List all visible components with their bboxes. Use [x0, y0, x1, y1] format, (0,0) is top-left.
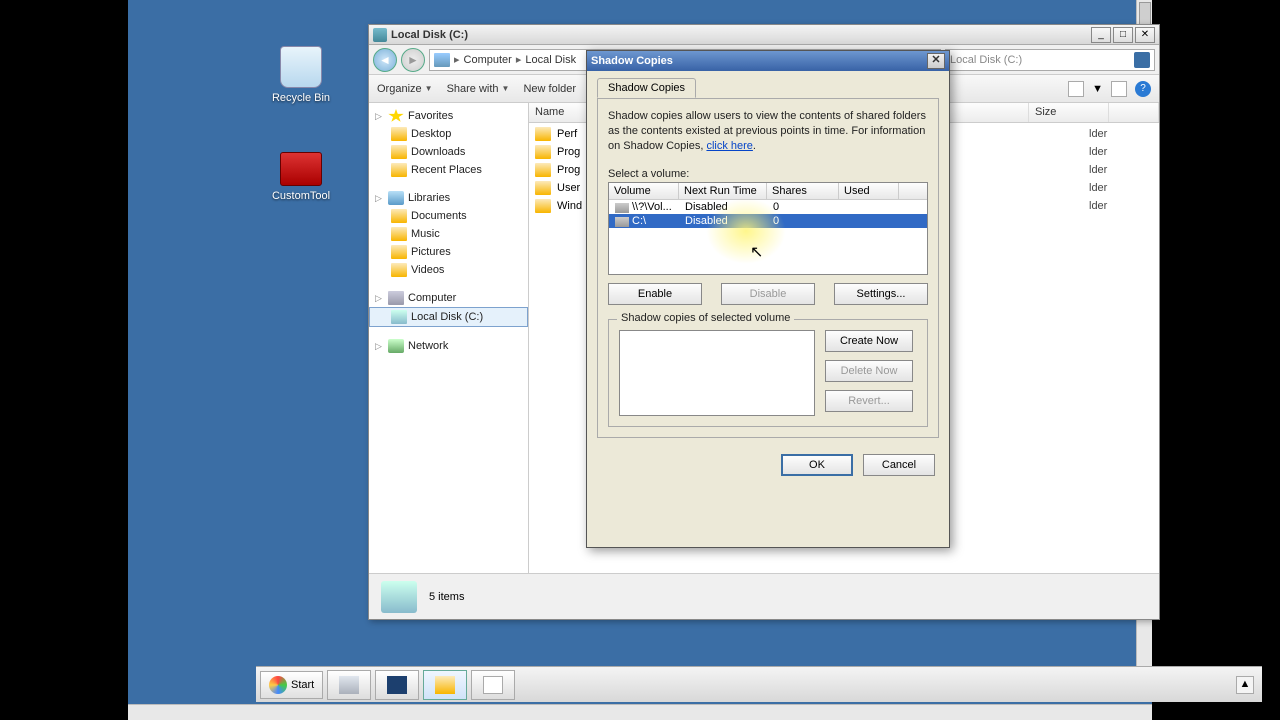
- navigation-tree: ▷Favorites Desktop Downloads Recent Plac…: [369, 103, 529, 573]
- minimize-button[interactable]: _: [1091, 27, 1111, 43]
- drive-icon: [434, 53, 450, 67]
- view-menu-icon[interactable]: [1068, 81, 1084, 97]
- file-type: lder: [1089, 128, 1107, 140]
- file-type: lder: [1089, 182, 1107, 194]
- volume-row-selected[interactable]: C:\ Disabled 0: [609, 214, 927, 228]
- tree-videos[interactable]: Videos: [369, 261, 528, 279]
- enable-button[interactable]: Enable: [608, 283, 702, 305]
- task-explorer[interactable]: [423, 670, 467, 700]
- search-placeholder: Local Disk (C:): [950, 54, 1022, 66]
- tree-music[interactable]: Music: [369, 225, 528, 243]
- tray-expand-icon[interactable]: ▲: [1236, 676, 1254, 694]
- toolbox-icon: [280, 152, 322, 186]
- volume-table[interactable]: Volume Next Run Time Shares Used \\?\Vol…: [608, 182, 928, 275]
- volume-row[interactable]: \\?\Vol... Disabled 0: [609, 200, 927, 214]
- share-with-menu[interactable]: Share with▼: [447, 83, 510, 95]
- tree-network[interactable]: ▷Network: [369, 337, 528, 355]
- file-name: User: [557, 182, 580, 194]
- desktop-icon-customtool[interactable]: CustomTool: [261, 148, 341, 202]
- click-here-link[interactable]: click here: [706, 140, 752, 152]
- status-text: 5 items: [429, 591, 464, 603]
- file-type: lder: [1089, 164, 1107, 176]
- settings-button[interactable]: Settings...: [834, 283, 928, 305]
- drive-icon: [615, 217, 629, 227]
- column-size[interactable]: Size: [1029, 103, 1109, 122]
- explorer-title: Local Disk (C:): [391, 29, 1091, 41]
- file-type: lder: [1089, 200, 1107, 212]
- copies-listbox[interactable]: [619, 330, 815, 416]
- tree-documents[interactable]: Documents: [369, 207, 528, 225]
- dialog-titlebar[interactable]: Shadow Copies ✕: [587, 51, 949, 71]
- desktop-icon-label: CustomTool: [261, 190, 341, 202]
- folder-icon: [535, 163, 551, 177]
- explorer-titlebar[interactable]: Local Disk (C:) _ □ ✕: [369, 25, 1159, 45]
- col-volume[interactable]: Volume: [609, 183, 679, 199]
- file-name: Prog: [557, 164, 580, 176]
- delete-now-button[interactable]: Delete Now: [825, 360, 913, 382]
- status-bar: 5 items: [369, 573, 1159, 619]
- tree-computer[interactable]: ▷Computer: [369, 289, 528, 307]
- tree-downloads[interactable]: Downloads: [369, 143, 528, 161]
- drive-icon: [373, 28, 387, 42]
- start-button[interactable]: Start: [260, 671, 323, 699]
- desktop-icon-recycle-bin[interactable]: Recycle Bin: [261, 46, 341, 104]
- file-type: lder: [1089, 146, 1107, 158]
- task-document[interactable]: [471, 670, 515, 700]
- back-button[interactable]: ◄: [373, 48, 397, 72]
- tree-favorites[interactable]: ▷Favorites: [369, 107, 528, 125]
- ok-button[interactable]: OK: [781, 454, 853, 476]
- col-next-run[interactable]: Next Run Time: [679, 183, 767, 199]
- task-server-manager[interactable]: [327, 670, 371, 700]
- preview-pane-icon[interactable]: [1111, 81, 1127, 97]
- search-input[interactable]: Local Disk (C:): [945, 49, 1155, 71]
- dialog-title: Shadow Copies: [591, 55, 927, 67]
- new-folder-button[interactable]: New folder: [523, 83, 576, 95]
- drive-icon: [381, 581, 417, 613]
- tree-recent[interactable]: Recent Places: [369, 161, 528, 179]
- file-name: Wind: [557, 200, 582, 212]
- taskbar: Start ▲: [256, 666, 1262, 702]
- col-shares[interactable]: Shares: [767, 183, 839, 199]
- file-name: Prog: [557, 146, 580, 158]
- tree-local-disk[interactable]: Local Disk (C:): [369, 307, 528, 327]
- create-now-button[interactable]: Create Now: [825, 330, 913, 352]
- task-powershell[interactable]: [375, 670, 419, 700]
- breadcrumb-item[interactable]: Local Disk: [525, 54, 576, 66]
- tab-shadow-copies[interactable]: Shadow Copies: [597, 78, 696, 98]
- revert-button[interactable]: Revert...: [825, 390, 913, 412]
- select-volume-label: Select a volume:: [608, 168, 928, 180]
- windows-orb-icon: [269, 676, 287, 694]
- help-icon[interactable]: ?: [1135, 81, 1151, 97]
- breadcrumb-item[interactable]: Computer: [464, 54, 512, 66]
- tree-desktop[interactable]: Desktop: [369, 125, 528, 143]
- drive-icon: [615, 203, 629, 213]
- folder-icon: [535, 181, 551, 195]
- copies-fieldset: Shadow copies of selected volume Create …: [608, 319, 928, 427]
- fieldset-legend: Shadow copies of selected volume: [617, 312, 794, 324]
- outer-horizontal-scrollbar[interactable]: [128, 704, 1152, 720]
- folder-icon: [535, 127, 551, 141]
- desktop-icon-label: Recycle Bin: [261, 92, 341, 104]
- close-button[interactable]: ✕: [927, 53, 945, 69]
- shadow-copies-dialog: Shadow Copies ✕ Shadow Copies Shadow cop…: [586, 50, 950, 548]
- forward-button[interactable]: ►: [401, 48, 425, 72]
- cancel-button[interactable]: Cancel: [863, 454, 935, 476]
- tree-libraries[interactable]: ▷Libraries: [369, 189, 528, 207]
- folder-icon: [535, 199, 551, 213]
- organize-menu[interactable]: Organize▼: [377, 83, 433, 95]
- file-name: Perf: [557, 128, 577, 140]
- recycle-bin-icon: [280, 46, 322, 88]
- close-button[interactable]: ✕: [1135, 27, 1155, 43]
- maximize-button[interactable]: □: [1113, 27, 1133, 43]
- search-icon: [1134, 52, 1150, 68]
- tree-pictures[interactable]: Pictures: [369, 243, 528, 261]
- disable-button[interactable]: Disable: [721, 283, 815, 305]
- dialog-description: Shadow copies allow users to view the co…: [608, 109, 928, 154]
- folder-icon: [535, 145, 551, 159]
- col-used[interactable]: Used: [839, 183, 899, 199]
- start-label: Start: [291, 679, 314, 691]
